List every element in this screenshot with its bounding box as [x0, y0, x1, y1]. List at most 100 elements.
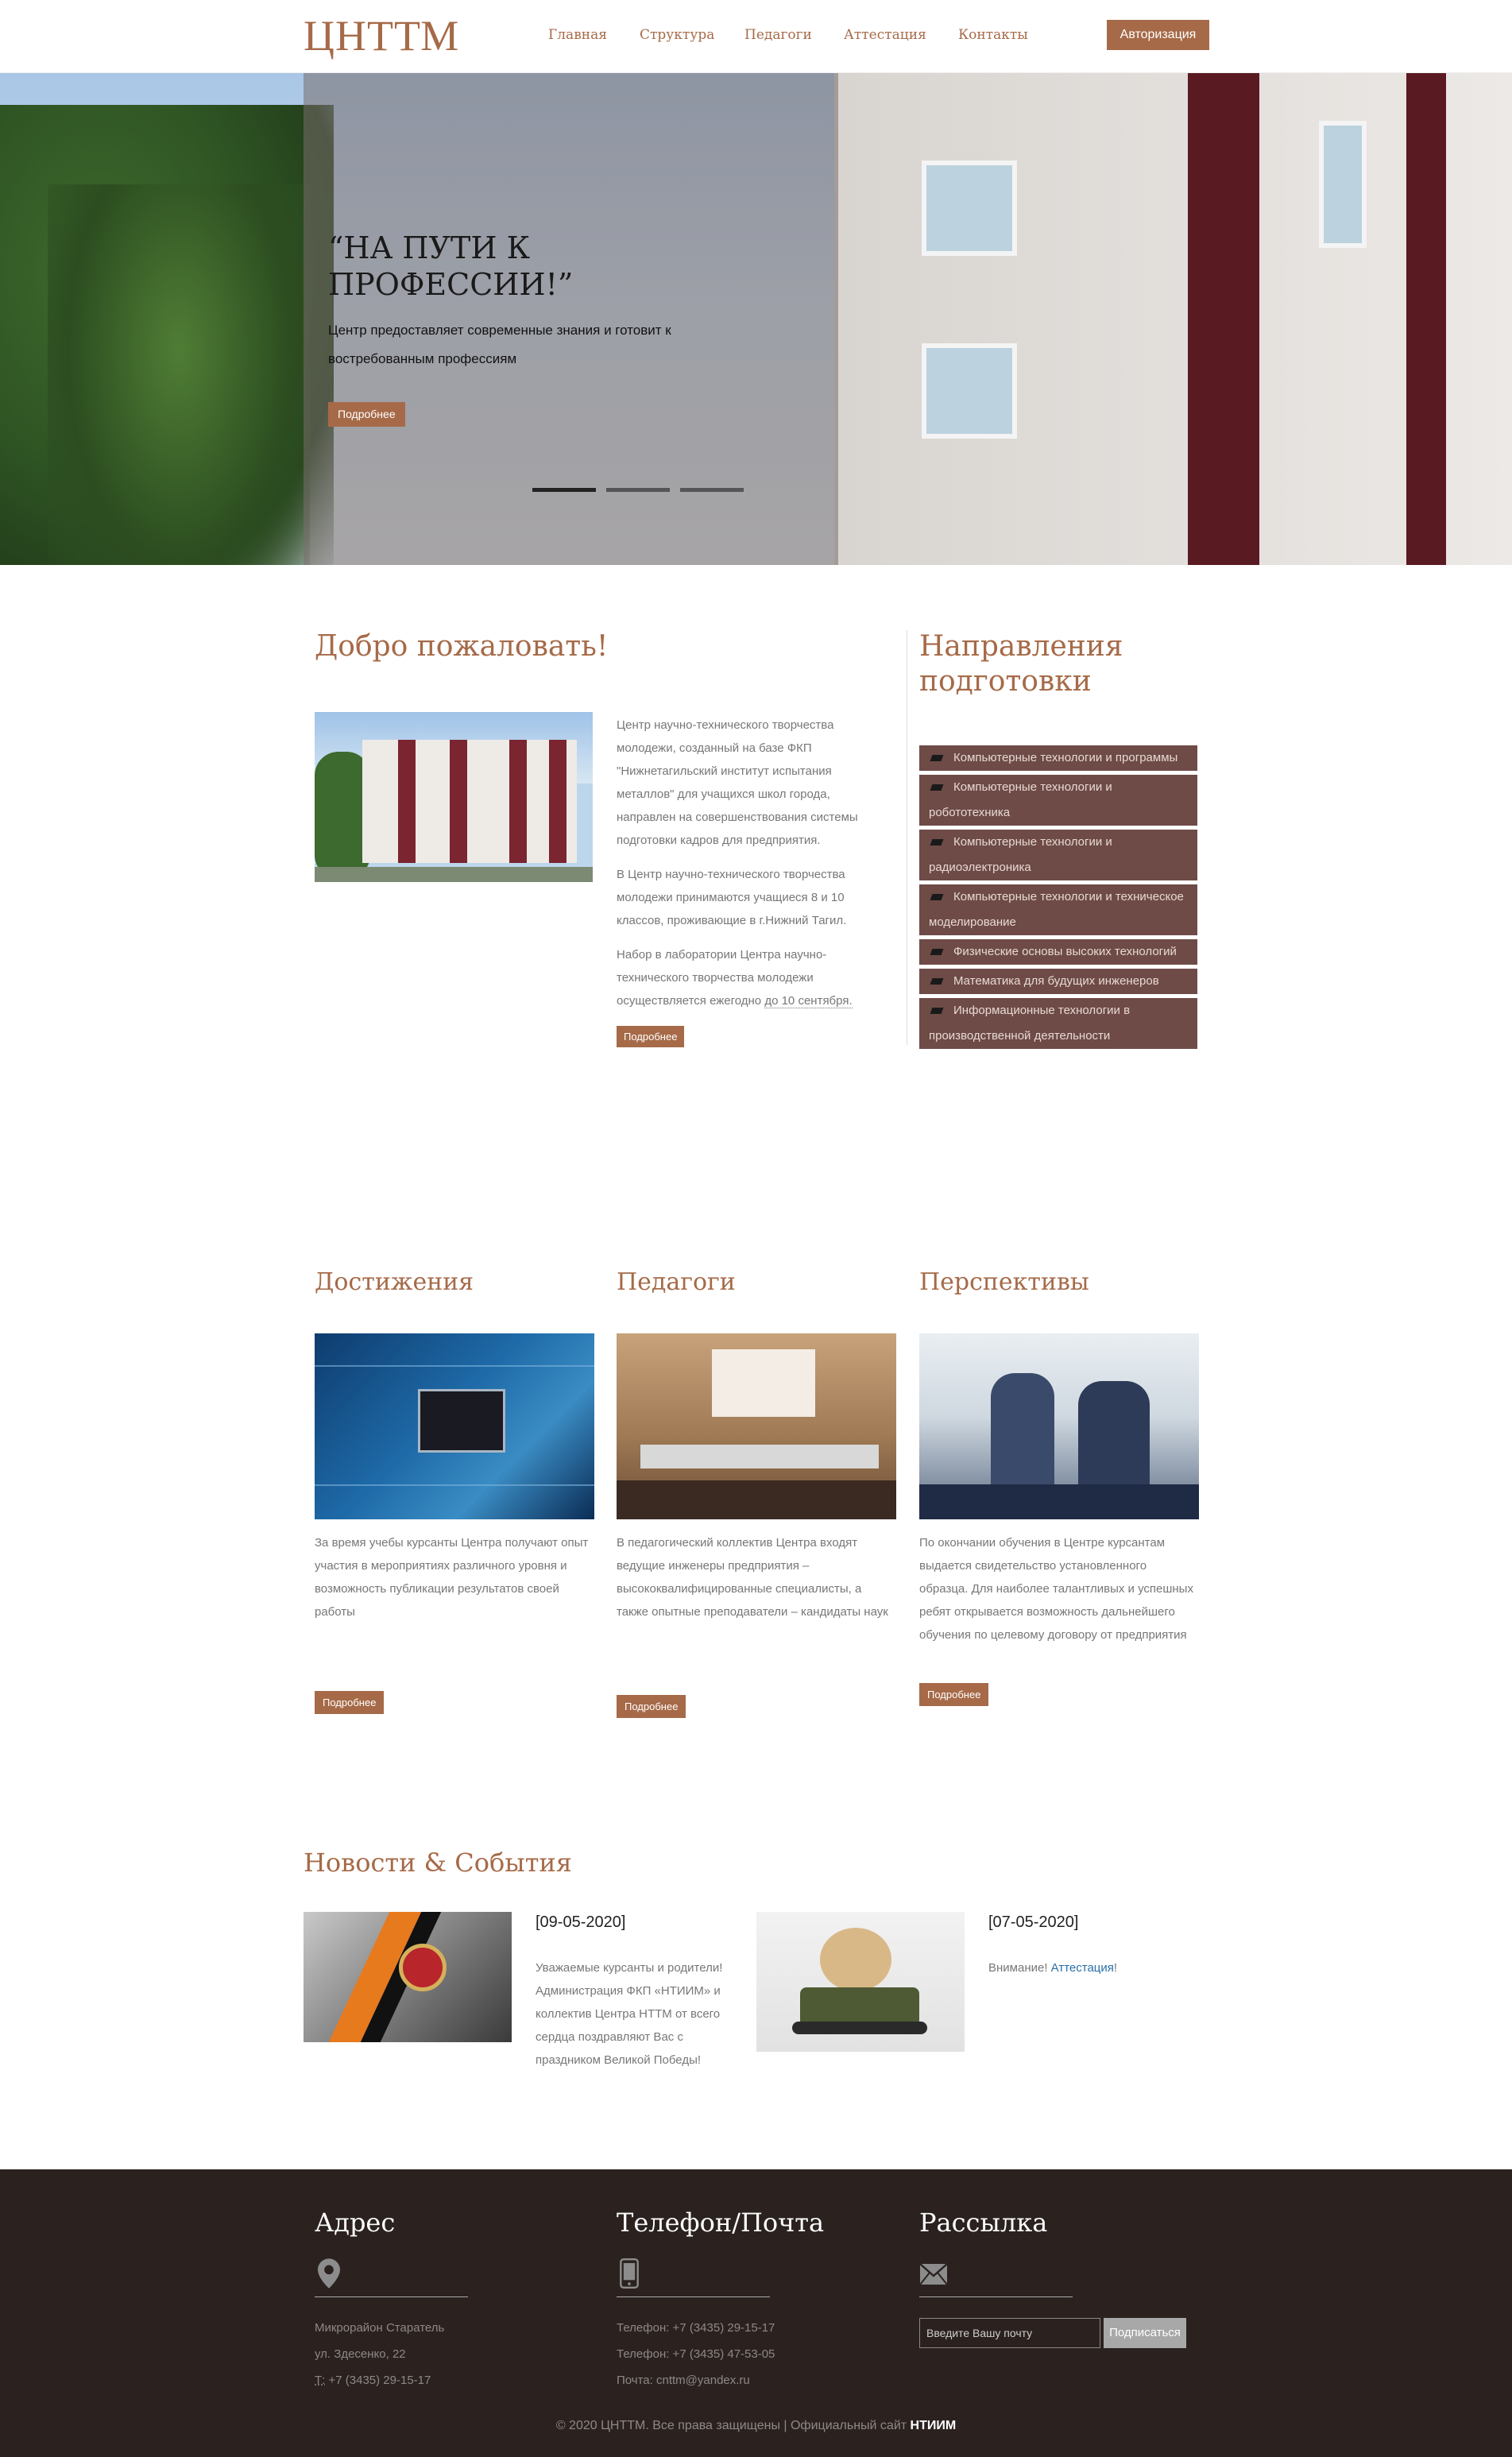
teachers-image — [617, 1333, 896, 1519]
direction-item[interactable]: Компьютерные технологии и программы — [919, 745, 1197, 771]
address-title: Адрес — [315, 2207, 396, 2238]
attestation-link[interactable]: Аттестация — [1051, 1961, 1114, 1975]
news-attestation-image[interactable] — [756, 1912, 965, 2052]
chip-shape — [418, 1389, 505, 1453]
subscribe-email-input[interactable]: Введите Вашу почту — [919, 2318, 1100, 2348]
directions-title: Направления подготовки — [919, 630, 1123, 698]
teachers-title: Педагоги — [617, 1268, 736, 1296]
achievements-text: За время учебы курсанты Центра получают … — [315, 1536, 589, 1619]
prospects-title: Перспективы — [919, 1268, 1089, 1296]
address-phone: Т: +7 (3435) 29-15-17 — [315, 2367, 444, 2393]
direction-item[interactable]: Компьютерные технологии и робототехника — [919, 775, 1197, 826]
address-block: Микрорайон Старатель ул. Здесенко, 22 Т:… — [315, 2315, 444, 2393]
arrow-bullet-icon — [930, 1008, 944, 1015]
direction-item[interactable]: Физические основы высоких технологий — [919, 939, 1197, 965]
direction-item[interactable]: Информационные технологии в производстве… — [919, 998, 1197, 1049]
welcome-paragraph-2: В Центр научно-технического творчества м… — [617, 868, 847, 927]
direction-label: Математика для будущих инженеров — [953, 974, 1159, 988]
achievements-image — [315, 1333, 594, 1519]
map-pin-icon — [318, 2258, 340, 2289]
achievements-title: Достижения — [315, 1268, 474, 1296]
direction-label: Физические основы высоких технологий — [953, 945, 1177, 958]
subscribe-button[interactable]: Подписаться — [1104, 2318, 1186, 2348]
achievements-more-button[interactable]: Подробнее — [315, 1691, 385, 1714]
welcome-paragraph-3: Набор в лаборатории Центра научно-технич… — [617, 943, 887, 1012]
tank-tracks — [792, 2022, 927, 2034]
phone-abbr: Т: — [315, 2374, 326, 2387]
news-text-end: ! — [1113, 1961, 1118, 1975]
hero-trees-image-2 — [48, 184, 310, 565]
welcome-building-image — [315, 712, 593, 882]
welcome-text: Центр научно-технического творчества мол… — [617, 714, 887, 1023]
site-logo[interactable]: ЦНТТМ — [304, 11, 459, 60]
projector-screen — [712, 1349, 815, 1417]
arrow-bullet-icon — [930, 784, 944, 791]
address-phone-number: +7 (3435) 29-15-17 — [325, 2374, 431, 2387]
arrow-bullet-icon — [930, 978, 944, 985]
welcome-more-button[interactable]: Подробнее — [617, 1026, 685, 1047]
hero-title: “НА ПУТИ К ПРОФЕССИИ!” — [328, 230, 574, 302]
desk — [919, 1484, 1199, 1519]
arrow-bullet-icon — [930, 755, 944, 762]
slider-dot-2[interactable] — [606, 488, 670, 492]
building-window — [1319, 121, 1367, 248]
image-ground — [315, 867, 593, 882]
building-window — [922, 343, 1017, 439]
prospects-image — [919, 1333, 1199, 1519]
footer-divider — [315, 2296, 468, 2297]
nav-teachers[interactable]: Педагоги — [744, 27, 812, 43]
prospects-more-button[interactable]: Подробнее — [919, 1683, 989, 1706]
hamster-figure — [820, 1928, 891, 1991]
auth-button[interactable]: Авторизация — [1107, 20, 1209, 50]
direction-label: Информационные технологии в производстве… — [929, 1004, 1131, 1043]
ntiim-link[interactable]: НТИИМ — [911, 2419, 957, 2432]
student-figure — [1078, 1381, 1150, 1484]
circuit-trace — [315, 1484, 594, 1486]
presidium-table — [640, 1445, 879, 1468]
news-victory-image[interactable] — [304, 1912, 512, 2042]
welcome-title: Добро пожаловать! — [315, 630, 609, 663]
phone-line: Телефон: +7 (3435) 47-53-05 — [617, 2347, 775, 2361]
phone-line: Телефон: +7 (3435) 29-15-17 — [617, 2321, 775, 2335]
audience — [617, 1480, 896, 1519]
phone-block: Телефон: +7 (3435) 29-15-17 Телефон: +7 … — [617, 2315, 775, 2393]
arrow-bullet-icon — [930, 894, 944, 901]
news-title: Новости & События — [304, 1848, 572, 1878]
nav-attestation[interactable]: Аттестация — [844, 27, 926, 43]
teachers-text: В педагогический коллектив Центра входят… — [617, 1536, 888, 1619]
prospects-text: По окончании обучения в Центре курсантам… — [919, 1536, 1193, 1642]
envelope-icon — [919, 2263, 948, 2285]
building-stripe — [1188, 73, 1259, 565]
phone-icon — [620, 2258, 639, 2289]
slider-dot-1[interactable] — [532, 488, 596, 492]
nav-structure[interactable]: Структура — [640, 27, 714, 43]
address-line: ул. Здесенко, 22 — [315, 2347, 406, 2361]
image-stripe — [450, 740, 467, 863]
nav-home[interactable]: Главная — [548, 27, 607, 43]
email-line[interactable]: Почта: cnttm@yandex.ru — [617, 2367, 775, 2393]
direction-item[interactable]: Компьютерные технологии и радиоэлектрони… — [919, 830, 1197, 880]
address-line: Микрорайон Старатель — [315, 2321, 445, 2335]
building-stripe — [1406, 73, 1446, 565]
direction-item[interactable]: Математика для будущих инженеров — [919, 969, 1197, 994]
news-date: [07-05-2020] — [988, 1913, 1079, 1931]
news-text-start: Внимание! — [988, 1961, 1051, 1975]
image-building — [362, 740, 577, 863]
order-medal — [399, 1944, 447, 1991]
nav-contacts[interactable]: Контакты — [958, 27, 1028, 43]
building-window — [922, 161, 1017, 256]
welcome-paragraph-1: Центр научно-технического творчества мол… — [617, 718, 858, 847]
direction-label: Компьютерные технологии и техническое мо… — [929, 890, 1184, 929]
circuit-trace — [315, 1365, 594, 1367]
hero-slider: “НА ПУТИ К ПРОФЕССИИ!” Центр предоставля… — [0, 73, 1512, 565]
direction-item[interactable]: Компьютерные технологии и техническое мо… — [919, 884, 1197, 935]
hero-more-button[interactable]: Подробнее — [328, 402, 405, 427]
image-stripe — [398, 740, 416, 863]
arrow-bullet-icon — [930, 839, 944, 846]
phone-mail-title: Телефон/Почта — [617, 2207, 825, 2238]
slider-dot-3[interactable] — [680, 488, 744, 492]
enrollment-date: до 10 сентября. — [764, 994, 853, 1008]
teachers-more-button[interactable]: Подробнее — [617, 1695, 686, 1718]
hero-building-image — [834, 73, 1512, 565]
direction-label: Компьютерные технологии и программы — [953, 751, 1178, 764]
